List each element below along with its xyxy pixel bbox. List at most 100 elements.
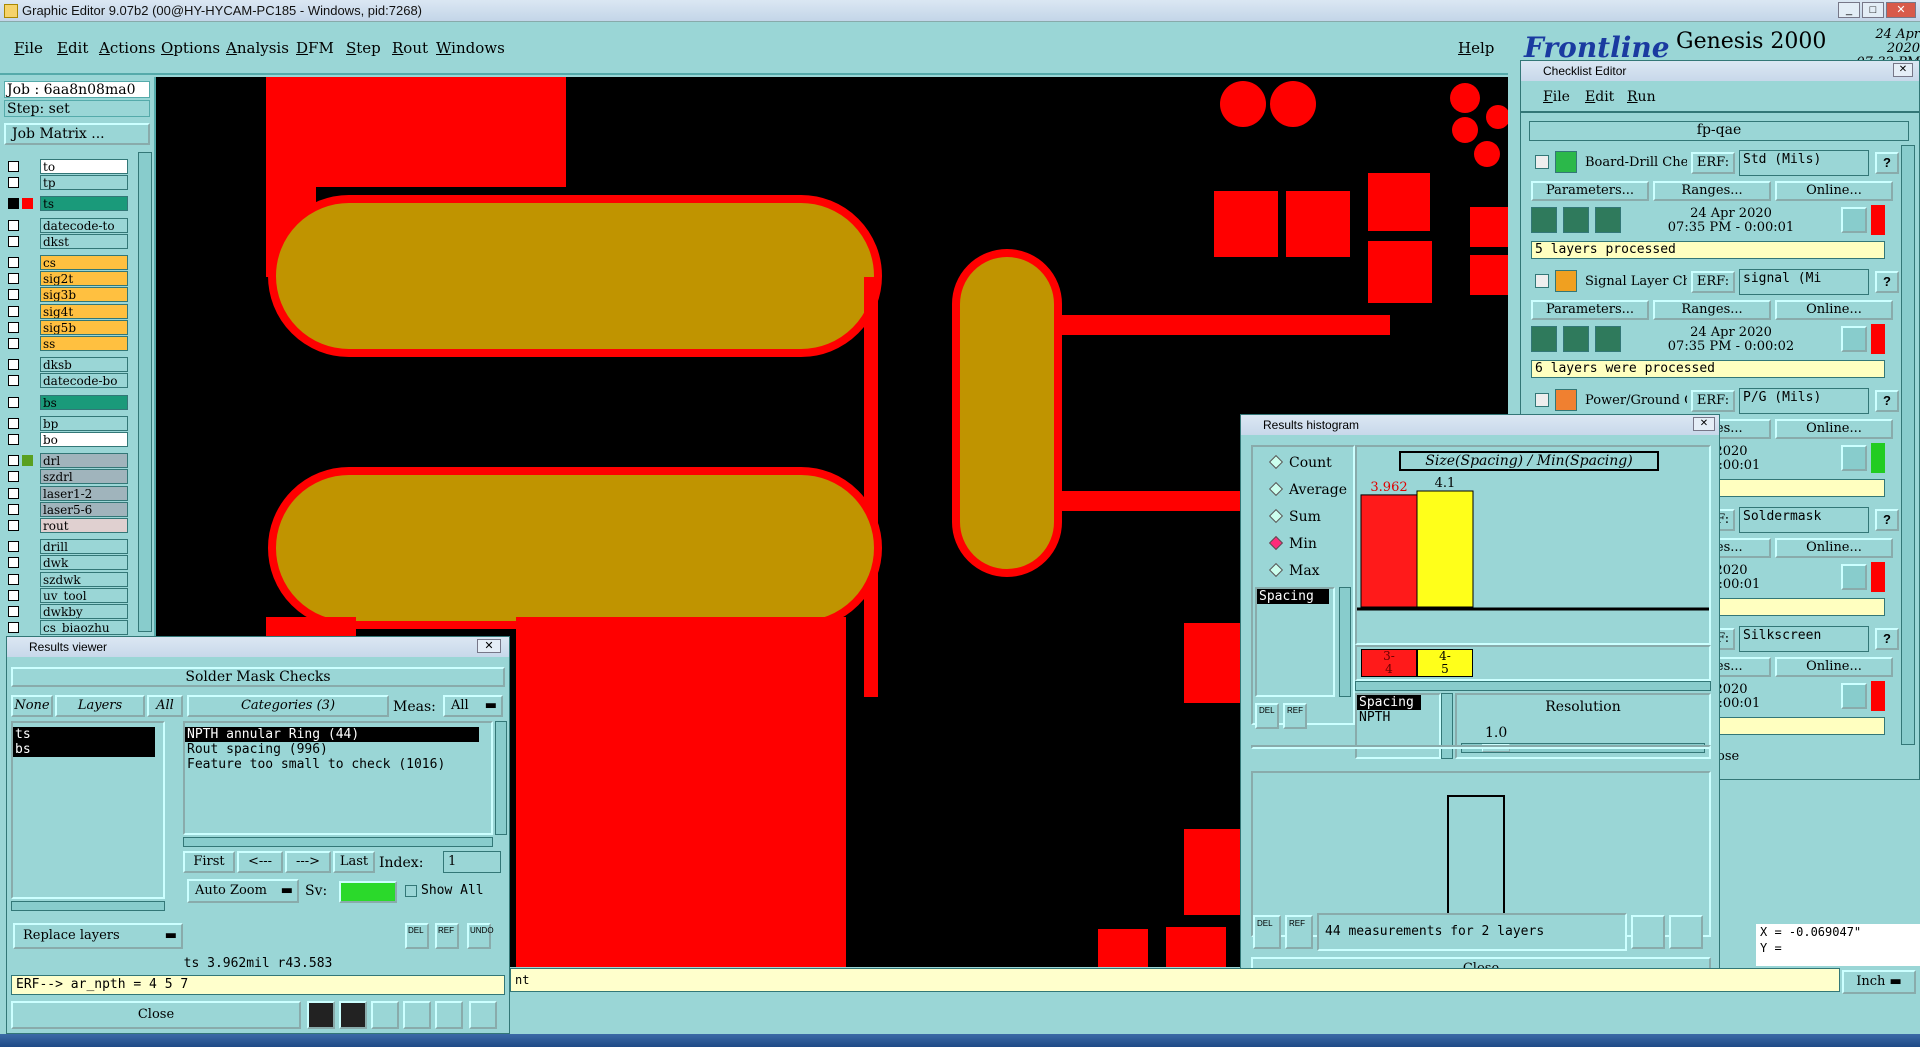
layer-name[interactable]: to: [40, 159, 128, 174]
histogram-hscroll[interactable]: [1355, 681, 1711, 691]
layer-name[interactable]: szdwk: [40, 571, 128, 587]
layer-name[interactable]: laser5-6: [40, 501, 128, 517]
minimize-button[interactable]: _: [1838, 2, 1860, 18]
menu-analysis[interactable]: Analysis: [226, 39, 289, 57]
viewer-category-list[interactable]: NPTH annular Ring (44) Rout spacing (996…: [183, 721, 493, 835]
del-button[interactable]: DEL: [1255, 703, 1279, 729]
histogram-category-label[interactable]: 3- 4: [1361, 649, 1417, 677]
checklist-menu-edit[interactable]: Edit: [1585, 89, 1614, 105]
ref-button[interactable]: REF: [1283, 703, 1307, 729]
layer-name[interactable]: laser1-2: [40, 485, 128, 501]
erf-value[interactable]: P/G (Mils): [1739, 388, 1869, 414]
export-icon[interactable]: [1631, 915, 1665, 949]
item-enable-checkbox[interactable]: [1535, 393, 1549, 407]
histogram-category-label[interactable]: 4- 5: [1417, 649, 1473, 677]
zoom-icon[interactable]: [1841, 326, 1867, 352]
next-button[interactable]: --->: [285, 851, 331, 873]
layer-row[interactable]: tp: [6, 175, 128, 191]
layer-checkbox[interactable]: [8, 273, 19, 285]
online-button[interactable]: Online...: [1775, 181, 1893, 201]
close-window-button[interactable]: ✕: [1886, 2, 1916, 18]
checklist-menu-file[interactable]: File: [1543, 89, 1570, 105]
category-item[interactable]: Rout spacing (996): [185, 742, 491, 757]
replace-layers-dropdown[interactable]: Replace layers ▬: [13, 923, 183, 949]
layer-checkbox[interactable]: [8, 606, 19, 617]
viewer-close-button[interactable]: Close: [11, 1001, 301, 1029]
layer-row[interactable]: sig3b: [6, 287, 128, 303]
layer-name[interactable]: rout: [40, 518, 128, 533]
select-all-button[interactable]: All: [147, 695, 183, 717]
layer-name[interactable]: dkst: [40, 233, 128, 249]
result-type-spacing[interactable]: Spacing: [1357, 695, 1421, 710]
layer-row[interactable]: bp: [6, 415, 128, 431]
refresh-icon[interactable]: [403, 1001, 431, 1029]
spacing-list[interactable]: Spacing: [1255, 587, 1335, 697]
del-button[interactable]: DEL: [405, 923, 429, 949]
layer-name[interactable]: tp: [40, 175, 128, 191]
layer-checkbox[interactable]: [8, 471, 19, 483]
close-icon[interactable]: ✕: [477, 639, 501, 653]
layer-row[interactable]: szdrl: [6, 469, 128, 485]
histogram-chart[interactable]: 3.962 4.1: [1357, 447, 1709, 643]
layer-row[interactable]: sig5b: [6, 319, 128, 335]
undo-button[interactable]: UNDO: [467, 923, 494, 949]
help-button[interactable]: ?: [1875, 509, 1899, 531]
run-icon[interactable]: [1595, 326, 1621, 352]
erf-button[interactable]: ERF:: [1691, 152, 1735, 174]
layer-name[interactable]: sig4t: [40, 303, 128, 319]
first-button[interactable]: First: [183, 851, 235, 873]
ref-button[interactable]: REF: [1285, 915, 1313, 949]
menu-step[interactable]: Step: [346, 39, 381, 57]
layer-name[interactable]: cs: [40, 255, 128, 270]
run-icon[interactable]: [1595, 207, 1621, 233]
parameters-button[interactable]: Parameters...: [1531, 300, 1649, 320]
ref-button[interactable]: REF: [435, 923, 459, 949]
layer-row[interactable]: to: [6, 159, 128, 174]
layer-checkbox[interactable]: [8, 161, 19, 172]
viewer-layer-item[interactable]: bs: [13, 742, 155, 757]
layer-checkbox[interactable]: [8, 487, 19, 499]
category-item[interactable]: Feature too small to check (1016): [185, 757, 491, 772]
layer-checkbox[interactable]: [8, 219, 19, 231]
layer-checkbox[interactable]: [8, 541, 19, 553]
online-button[interactable]: Online...: [1775, 419, 1893, 439]
layer-checkbox[interactable]: [8, 359, 19, 371]
run-icon[interactable]: [1531, 207, 1557, 233]
maximize-button[interactable]: □: [1862, 2, 1884, 18]
layer-name[interactable]: dwkby: [40, 604, 128, 619]
menu-options[interactable]: Options: [161, 39, 220, 57]
checklist-close-fragment[interactable]: ose: [1717, 749, 1867, 769]
layer-row[interactable]: szdwk: [6, 571, 128, 587]
menu-file[interactable]: File: [14, 39, 43, 57]
item-enable-checkbox[interactable]: [1535, 155, 1549, 169]
layer-checkbox[interactable]: [8, 257, 19, 268]
last-button[interactable]: Last: [333, 851, 375, 873]
layer-name[interactable]: datecode-to: [40, 217, 128, 233]
help-button[interactable]: ?: [1875, 152, 1899, 174]
layer-name[interactable]: sig2t: [40, 271, 128, 287]
checklist-scrollbar[interactable]: [1901, 145, 1915, 745]
category-item[interactable]: NPTH annular Ring (44): [185, 727, 479, 742]
layer-row[interactable]: bs: [6, 394, 128, 410]
layer-name[interactable]: bs: [40, 394, 128, 410]
help-button[interactable]: ?: [1875, 271, 1899, 293]
layer-row[interactable]: uv_tool: [6, 587, 128, 603]
layer-row[interactable]: datecode-bo: [6, 373, 128, 389]
layer-list-scrollbar[interactable]: [138, 152, 152, 632]
menu-dfm[interactable]: DFM: [296, 39, 334, 57]
help-button[interactable]: ?: [1875, 628, 1899, 650]
online-button[interactable]: Online...: [1775, 538, 1893, 558]
meas-dropdown[interactable]: All ▬: [443, 695, 503, 717]
layer-row[interactable]: bo: [6, 432, 128, 447]
item-enable-checkbox[interactable]: [1535, 274, 1549, 288]
viewer-layer-item[interactable]: ts: [13, 727, 155, 742]
close-icon[interactable]: ✕: [1893, 63, 1913, 77]
layer-checkbox[interactable]: [8, 417, 19, 429]
zoom-icon[interactable]: [1841, 683, 1867, 709]
layer-checkbox[interactable]: [8, 455, 19, 467]
cancel-icon[interactable]: [371, 1001, 399, 1029]
chart-icon[interactable]: [469, 1001, 497, 1029]
checklist-menu-run[interactable]: Run: [1627, 89, 1656, 105]
layer-name[interactable]: sig3b: [40, 287, 128, 303]
erf-value[interactable]: Silkscreen: [1739, 626, 1869, 652]
